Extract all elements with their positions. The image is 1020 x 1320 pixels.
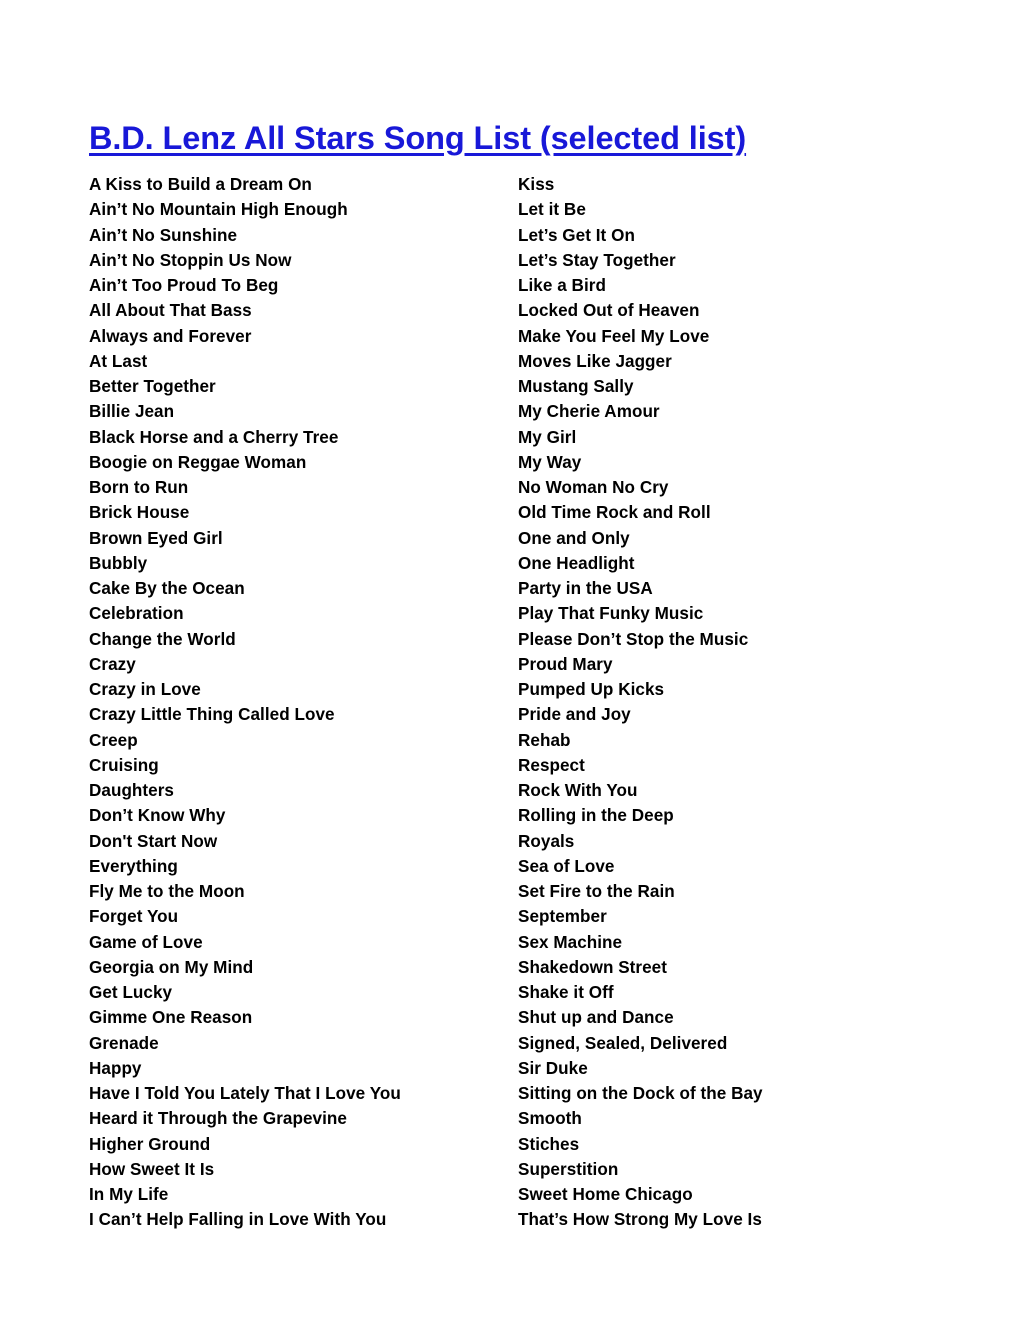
song-list-item: Don’t Know Why: [89, 806, 226, 826]
song-list-item: Let’s Get It On: [518, 225, 635, 245]
song-list-item: Have I Told You Lately That I Love You: [89, 1084, 401, 1103]
song-list-item: Daughters: [89, 781, 174, 800]
song-list-item: Old Time Rock and Roll: [518, 503, 711, 523]
document-page: B.D. Lenz All Stars Song List (selected …: [0, 0, 1020, 1320]
song-list-item: Make You Feel My Love: [518, 326, 710, 346]
song-list-item: Gimme One Reason: [89, 1008, 253, 1028]
song-list-item: Stiches: [518, 1134, 580, 1154]
song-list-item: Moves Like Jagger: [518, 351, 672, 371]
page-title: B.D. Lenz All Stars Song List (selected …: [89, 119, 747, 156]
song-list-item: Pumped Up Kicks: [518, 680, 665, 699]
song-list-item: My Cherie Amour: [518, 402, 660, 422]
song-list-item: Pride and Joy: [518, 705, 631, 725]
song-list-item: In My Life: [89, 1185, 169, 1204]
song-list-item: Better Together: [89, 377, 216, 396]
song-list-item: Black Horse and a Cherry Tree: [89, 427, 339, 447]
song-list-item: Rock With You: [518, 781, 638, 800]
song-list-item: Smooth: [518, 1109, 582, 1129]
song-list-item: Game of Love: [89, 932, 203, 952]
song-list-item: Cake By the Ocean: [89, 579, 245, 598]
song-list-item: Brick House: [89, 503, 190, 523]
song-list-item: Higher Ground: [89, 1134, 211, 1154]
song-list-item: Sir Duke: [518, 1058, 588, 1078]
song-list-item: Superstition: [518, 1159, 619, 1179]
song-list-item: How Sweet It Is: [89, 1159, 215, 1179]
song-list-item: Celebration: [89, 604, 184, 624]
song-list: A Kiss to Build a Dream On Ain’t No Mount…: [0, 172, 1020, 1233]
song-list-item: Mustang Sally: [518, 377, 634, 396]
song-list-item: Please Don’t Stop the Music: [518, 629, 749, 649]
song-list-item: All About That Bass: [89, 301, 252, 321]
song-list-item: Bubbly: [89, 553, 148, 573]
song-list-item: Fly Me to the Moon: [89, 882, 245, 901]
song-list-item: Signed, Sealed, Delivered: [518, 1033, 728, 1053]
song-list-item: Like a Bird: [518, 276, 606, 295]
song-list-item: Ain’t Too Proud To Beg: [89, 276, 279, 295]
song-list-item: Don't Start Now: [89, 831, 218, 851]
song-list-item: Sex Machine: [518, 932, 623, 952]
song-list-item: Ain’t No Mountain High Enough: [89, 200, 348, 220]
song-list-item: Everything: [89, 856, 178, 876]
song-list-item: That’s How Strong My Love Is: [518, 1210, 762, 1230]
song-list-item: Boogie on Reggae Woman: [89, 452, 307, 472]
song-list-item: Kiss: [518, 175, 555, 194]
song-list-item: Crazy Little Thing Called Love: [89, 705, 335, 725]
song-list-item: Grenade: [89, 1033, 159, 1053]
song-list-item: Crazy: [89, 654, 136, 674]
song-list-item: My Way: [518, 452, 582, 472]
song-list-item: Cruising: [89, 755, 159, 775]
song-list-item: Respect: [518, 755, 585, 775]
song-list-item: Sitting on the Dock of the Bay: [518, 1084, 763, 1103]
song-list-item: I Can’t Help Falling in Love With You: [89, 1210, 387, 1230]
song-list-item: Always and Forever: [89, 326, 252, 346]
song-list-column-right: Kiss Let it Be Let’s Get It On Let’s Stay T…: [518, 172, 958, 1233]
song-list-item: Creep: [89, 730, 138, 750]
song-list-item: September: [518, 907, 607, 927]
song-list-item: Let’s Stay Together: [518, 250, 676, 270]
song-list-item: Set Fire to the Rain: [518, 882, 675, 901]
song-list-item: Let it Be: [518, 200, 586, 220]
song-list-item: Proud Mary: [518, 654, 613, 674]
song-list-item: Happy: [89, 1058, 142, 1078]
song-list-item: Party in the USA: [518, 579, 653, 598]
song-list-item: No Woman No Cry: [518, 478, 669, 497]
song-list-column-left: A Kiss to Build a Dream On Ain’t No Mount…: [89, 172, 518, 1233]
song-list-item: One and Only: [518, 528, 630, 548]
song-list-item: At Last: [89, 351, 148, 371]
song-list-item: Rolling in the Deep: [518, 806, 674, 826]
song-list-item: Shakedown Street: [518, 957, 667, 977]
song-list-item: My Girl: [518, 427, 577, 447]
song-list-item: Heard it Through the Grapevine: [89, 1109, 347, 1129]
song-list-item: Brown Eyed Girl: [89, 528, 223, 548]
song-list-item: Sweet Home Chicago: [518, 1185, 693, 1204]
song-list-item: Forget You: [89, 907, 179, 927]
song-list-item: Ain’t No Stoppin Us Now: [89, 250, 292, 270]
song-list-item: Georgia on My Mind: [89, 957, 254, 977]
song-list-item: Get Lucky: [89, 983, 173, 1002]
song-list-item: Shut up and Dance: [518, 1008, 674, 1028]
song-list-item: Royals: [518, 831, 575, 851]
song-list-item: Play That Funky Music: [518, 604, 704, 624]
song-list-item: One Headlight: [518, 553, 635, 573]
song-list-item: Sea of Love: [518, 856, 615, 876]
song-list-item: Change the World: [89, 629, 236, 649]
song-list-item: Billie Jean: [89, 402, 175, 422]
song-list-item: Locked Out of Heaven: [518, 301, 700, 321]
song-list-item: A Kiss to Build a Dream On: [89, 175, 312, 194]
song-list-item: Rehab: [518, 730, 571, 750]
song-list-item: Born to Run: [89, 478, 189, 497]
song-list-item: Crazy in Love: [89, 680, 201, 699]
song-list-item: Shake it Off: [518, 983, 614, 1002]
song-list-item: Ain’t No Sunshine: [89, 225, 238, 245]
